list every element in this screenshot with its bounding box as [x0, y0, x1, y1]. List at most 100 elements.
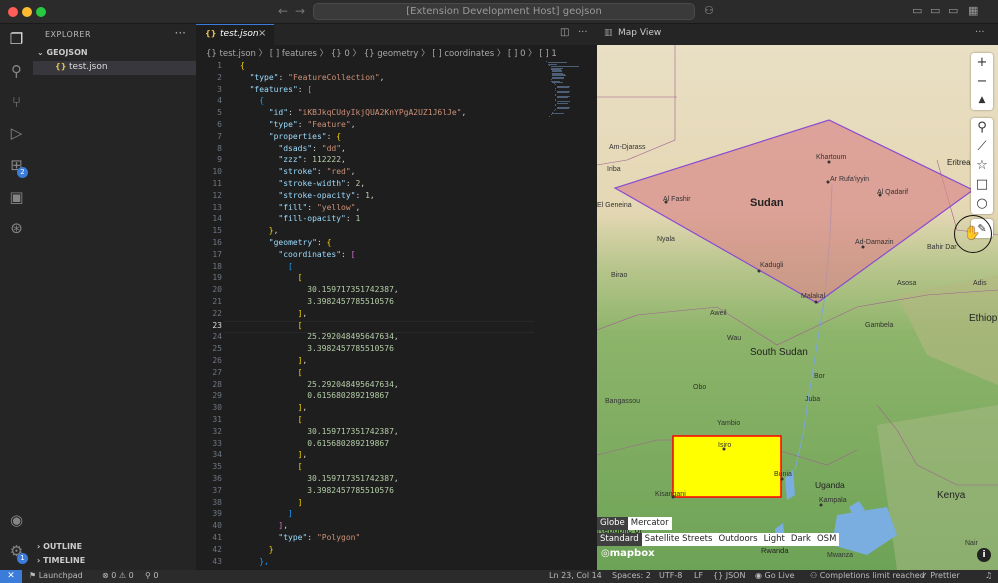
more-actions-icon[interactable]: ···	[578, 27, 588, 38]
map-svg[interactable]: Sudan South Sudan Ethiop Eritrea Kenya Uganda…	[597, 45, 998, 570]
code-line[interactable]: 24 25.292048495647634,	[196, 332, 546, 344]
remote-explorer-icon[interactable]: ▣	[7, 188, 26, 207]
compass-button[interactable]: ▲	[971, 91, 993, 110]
code-line[interactable]: 18 [	[196, 262, 546, 274]
code-line[interactable]: 25 3.3982457785510576	[196, 344, 546, 356]
close-icon[interactable]: ×	[258, 28, 266, 39]
encoding[interactable]: UTF-8	[659, 571, 682, 580]
language-mode[interactable]: {} JSON	[713, 571, 745, 580]
style-outdoors[interactable]: Outdoors	[715, 533, 760, 546]
code-line[interactable]: 28 25.292048495647634,	[196, 380, 546, 392]
code-line[interactable]: 36 30.159717351742387,	[196, 474, 546, 486]
code-line[interactable]: 37 3.3982457785510576	[196, 486, 546, 498]
forward-arrow-icon[interactable]: →	[295, 4, 305, 18]
source-control-icon[interactable]: ⑂	[7, 93, 26, 112]
code-line[interactable]: 8 "dsads": "dd",	[196, 144, 546, 156]
more-actions-icon[interactable]: ···	[975, 27, 985, 38]
split-editor-icon[interactable]: ◫	[560, 27, 569, 38]
code-line[interactable]: 27 [	[196, 368, 546, 380]
code-line[interactable]: 43},	[196, 557, 546, 569]
command-center-search[interactable]: [Extension Development Host] geojson	[313, 3, 695, 20]
draw-point-button[interactable]: ⚲	[971, 118, 993, 137]
minimap[interactable]	[546, 61, 586, 121]
code-line[interactable]: 11 "stroke-width": 2,	[196, 179, 546, 191]
code-line[interactable]: 5 "id": "iKBJkqCUdyIkjQUA2KnYPgA2UZ1J6lJe…	[196, 108, 546, 120]
code-line[interactable]: 2 "type": "FeatureCollection",	[196, 73, 546, 85]
customize-layout-icon[interactable]: ▦	[968, 4, 978, 17]
code-line[interactable]: 19 [	[196, 273, 546, 285]
code-line[interactable]: 16 "geometry": {	[196, 238, 546, 250]
back-arrow-icon[interactable]: ←	[278, 4, 288, 18]
code-line[interactable]: 6 "type": "Feature",	[196, 120, 546, 132]
code-line[interactable]: 34],	[196, 450, 546, 462]
zoom-in-button[interactable]: +	[971, 53, 993, 72]
zoom-out-button[interactable]: −	[971, 72, 993, 91]
notifications-bell-icon[interactable]: ♫	[985, 571, 992, 580]
close-window-button[interactable]	[8, 7, 18, 17]
projection-globe[interactable]: Globe	[597, 517, 628, 530]
run-debug-icon[interactable]: ▷	[7, 124, 26, 143]
code-line[interactable]: 33 0.615680289219867	[196, 439, 546, 451]
copilot-status[interactable]: ⚇ Completions limit reached	[810, 571, 925, 580]
ports-item[interactable]: ⚲ 0	[145, 571, 159, 580]
style-satellite-streets[interactable]: Satellite Streets	[642, 533, 716, 546]
projection-mercator[interactable]: Mercator	[628, 517, 672, 530]
attribution-info-button[interactable]: i	[977, 548, 991, 562]
code-line[interactable]: 12 "stroke-opacity": 1,	[196, 191, 546, 203]
code-line[interactable]: 23 [	[196, 321, 546, 333]
code-line[interactable]: 29 0.615680289219867	[196, 391, 546, 403]
style-light[interactable]: Light	[761, 533, 788, 546]
draw-line-button[interactable]: ⟋	[971, 137, 993, 156]
code-line[interactable]: 30],	[196, 403, 546, 415]
style-standard[interactable]: Standard	[597, 533, 642, 546]
code-line[interactable]: 17 "coordinates": [	[196, 250, 546, 262]
remote-indicator-icon[interactable]: ✕	[0, 570, 22, 583]
search-icon[interactable]: ⚲	[7, 62, 26, 81]
code-line[interactable]: 13 "fill": "yellow",	[196, 203, 546, 215]
code-line[interactable]: 26],	[196, 356, 546, 368]
more-actions-icon[interactable]: ···	[175, 26, 186, 40]
style-dark[interactable]: Dark	[788, 533, 814, 546]
cursor-position[interactable]: Ln 23, Col 14	[549, 571, 602, 580]
launchpad-item[interactable]: ⚑ Launchpad	[29, 571, 83, 580]
outline-section[interactable]: › OUTLINE	[37, 542, 82, 551]
toggle-secondary-sidebar-icon[interactable]: ▭	[948, 4, 958, 17]
tab-test-json[interactable]: {} test.json ×	[196, 24, 274, 45]
code-line[interactable]: 14 "fill-opacity": 1	[196, 214, 546, 226]
minimize-window-button[interactable]	[22, 7, 32, 17]
explorer-icon[interactable]: ❐	[7, 30, 26, 49]
folder-header[interactable]: ⌄ GEOJSON	[37, 48, 88, 57]
code-line[interactable]: 41 "type": "Polygon"	[196, 533, 546, 545]
map-canvas[interactable]: Sudan South Sudan Ethiop Eritrea Kenya Uganda…	[597, 45, 998, 570]
draw-polygon-button[interactable]: ☆	[971, 156, 993, 175]
copilot-icon[interactable]: ⚇	[704, 4, 714, 17]
code-line[interactable]: 42}	[196, 545, 546, 557]
code-line[interactable]: 9 "zzz": 112222,	[196, 155, 546, 167]
code-line[interactable]: 38]	[196, 498, 546, 510]
account-icon[interactable]: ◉	[7, 511, 26, 530]
code-line[interactable]: 31 [	[196, 415, 546, 427]
draw-rectangle-button[interactable]: □	[971, 175, 993, 194]
maximize-window-button[interactable]	[36, 7, 46, 17]
toggle-primary-sidebar-icon[interactable]: ▭	[912, 4, 922, 17]
code-line[interactable]: 4{	[196, 96, 546, 108]
end-of-line[interactable]: LF	[694, 571, 703, 580]
indentation[interactable]: Spaces: 2	[612, 571, 651, 580]
code-line[interactable]: 1{	[196, 61, 546, 73]
gitlens-icon[interactable]: ⊛	[7, 219, 26, 238]
code-line[interactable]: 7 "properties": {	[196, 132, 546, 144]
breadcrumb[interactable]: {} test.json 〉 [ ] features 〉 {} 0 〉 {} …	[206, 47, 596, 60]
tab-map-view[interactable]: Map View	[618, 28, 661, 38]
code-line[interactable]: 20 30.159717351742387,	[196, 285, 546, 297]
code-line[interactable]: 10 "stroke": "red",	[196, 167, 546, 179]
code-line[interactable]: 22],	[196, 309, 546, 321]
style-osm[interactable]: OSM	[814, 533, 839, 546]
code-line[interactable]: 40],	[196, 521, 546, 533]
code-line[interactable]: 21 3.3982457785510576	[196, 297, 546, 309]
code-line[interactable]: 32 30.159717351742387,	[196, 427, 546, 439]
code-line[interactable]: 3 "features": [	[196, 85, 546, 97]
code-line[interactable]: 15},	[196, 226, 546, 238]
problems-item[interactable]: ⊗ 0 ⚠ 0	[102, 571, 134, 580]
toggle-panel-icon[interactable]: ▭	[930, 4, 940, 17]
timeline-section[interactable]: › TIMELINE	[37, 556, 85, 565]
